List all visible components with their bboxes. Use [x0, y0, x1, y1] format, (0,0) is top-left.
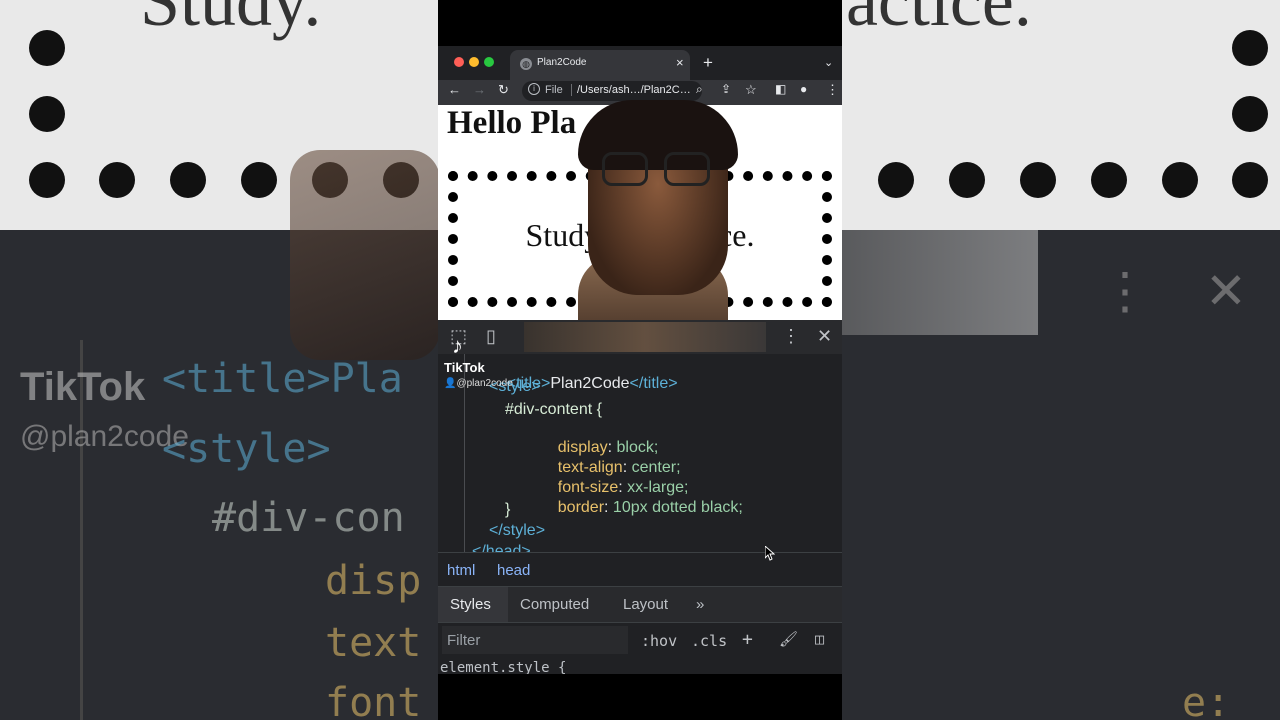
side-panel-icon[interactable]: ◧: [775, 82, 786, 96]
background-dot: [29, 96, 65, 132]
background-dot: [1232, 162, 1268, 198]
code-line-style-close[interactable]: </style>: [489, 522, 545, 540]
mouse-cursor-icon: [765, 546, 775, 561]
devtools-close-icon[interactable]: ✕: [817, 326, 832, 347]
letterbox-bottom: [438, 674, 842, 720]
background-dot: [1091, 162, 1127, 198]
share-icon[interactable]: ⇪: [721, 82, 731, 96]
creator-handle: 👤@plan2code: [444, 378, 513, 389]
background-dot: [1020, 162, 1056, 198]
background-close-icon: ✕: [1205, 263, 1247, 319]
background-code: font: [325, 680, 422, 720]
background-dot: [949, 162, 985, 198]
new-tab-button[interactable]: +: [703, 53, 713, 73]
tab-styles[interactable]: Styles: [450, 596, 491, 613]
url-text[interactable]: /Users/ash…/Plan2C…: [577, 84, 691, 96]
tiktok-logo-icon: ♪: [452, 333, 463, 358]
background-code: <style>: [162, 426, 331, 472]
background-dot: [29, 162, 65, 198]
code-line-brace[interactable]: }: [505, 501, 510, 519]
devtools-tabs: [524, 322, 766, 352]
code-tag: </title>: [629, 375, 678, 392]
background-decor: [842, 230, 1038, 335]
url-scheme-label: File: [545, 84, 563, 96]
background-code: disp: [325, 558, 422, 604]
profile-icon[interactable]: ●: [800, 82, 807, 96]
breadcrumb-html[interactable]: html: [447, 562, 475, 579]
background-dot: [99, 162, 135, 198]
breadcrumb-head[interactable]: head: [497, 562, 530, 579]
paint-brush-icon[interactable]: 🖌: [779, 630, 798, 648]
background-dot: [241, 162, 277, 198]
hov-toggle[interactable]: :hov: [641, 632, 677, 650]
page-heading: Hello Pla .: [447, 105, 593, 141]
tab-computed[interactable]: Computed: [520, 596, 589, 613]
background-code: text: [325, 620, 422, 666]
background-dot: [1162, 162, 1198, 198]
background-kebab-icon: ⋮: [1100, 263, 1150, 319]
reload-icon[interactable]: ↻: [498, 82, 509, 98]
presenter-glasses: [602, 152, 714, 190]
bookmark-star-icon[interactable]: ☆: [745, 82, 757, 98]
background-right: ractice. e:: [842, 0, 1280, 720]
globe-icon: ◍: [520, 58, 532, 70]
background-tiktok-text: TikTok: [20, 365, 146, 409]
user-icon: 👤: [444, 378, 457, 389]
background-dot: [1232, 30, 1268, 66]
close-window-button[interactable]: [454, 57, 464, 67]
device-toolbar-icon[interactable]: ▯: [486, 326, 496, 347]
back-arrow-icon[interactable]: ←: [448, 82, 461, 97]
video-frame: ◍ Plan2Code × + ⌄ ← → ↻ i File /Users/as…: [438, 0, 842, 720]
tab-title: Plan2Code: [537, 57, 587, 68]
add-rule-button[interactable]: +: [742, 629, 753, 650]
tab-close-button[interactable]: ×: [676, 55, 684, 70]
code-line-selector[interactable]: #div-content {: [505, 401, 602, 419]
background-dot: [29, 30, 65, 66]
cls-toggle[interactable]: .cls: [691, 632, 727, 650]
maximize-window-button[interactable]: [484, 57, 494, 67]
filter-placeholder: Filter: [447, 632, 481, 649]
background-dot: [878, 162, 914, 198]
code-line-border[interactable]: border: 10px dotted black;: [540, 481, 743, 535]
tiktok-wordmark: TikTok: [444, 360, 485, 375]
browser-menu-icon[interactable]: ⋮: [826, 82, 839, 98]
element-style-selector[interactable]: element.style {: [440, 660, 566, 674]
background-dot: [170, 162, 206, 198]
css-value: 10px dotted black;: [612, 499, 743, 516]
address-divider: [571, 84, 572, 96]
background-code: e:: [1182, 680, 1231, 720]
background-dot: [1232, 96, 1268, 132]
toggle-sidebar-icon[interactable]: ◫: [815, 630, 824, 648]
minimize-window-button[interactable]: [469, 57, 479, 67]
background-code: #div-con: [212, 495, 405, 541]
code-text: Plan2Code: [550, 375, 630, 392]
tab-search-button[interactable]: ⌄: [824, 56, 833, 69]
css-property: border: [557, 499, 605, 516]
zoom-icon[interactable]: ⌕: [696, 82, 703, 97]
devtools-menu-icon[interactable]: ⋮: [782, 326, 800, 347]
forward-arrow-icon[interactable]: →: [473, 82, 486, 97]
background-left: Study. TikTok @plan2code <title>Pla <sty…: [0, 0, 438, 720]
tab-layout[interactable]: Layout: [623, 596, 668, 613]
more-tabs-chevron-icon[interactable]: »: [696, 596, 704, 613]
info-icon[interactable]: i: [528, 83, 540, 95]
background-code: <title>Pla: [162, 356, 403, 402]
